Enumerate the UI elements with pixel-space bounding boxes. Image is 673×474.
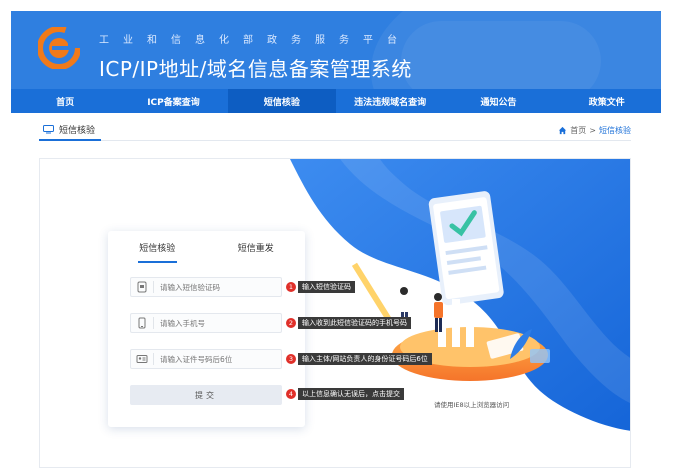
step-number-badge: 4 (286, 389, 296, 399)
callout-step-1: 1 输入短信验证码 (286, 281, 355, 293)
sms-code-input[interactable] (160, 282, 270, 292)
tab-sms-resend[interactable]: 短信重发 (207, 241, 306, 261)
callout-text: 输入收到此短信验证码的手机号码 (298, 317, 411, 329)
page: 工业和信息化部政务服务平台 ICP/IP地址/域名信息备案管理系统 首页 ICP… (0, 0, 673, 474)
sms-code-field (130, 277, 282, 297)
field-divider (153, 281, 154, 293)
header-title: ICP/IP地址/域名信息备案管理系统 (99, 57, 412, 81)
phone-field (130, 313, 282, 333)
site-header: 工业和信息化部政务服务平台 ICP/IP地址/域名信息备案管理系统 (11, 11, 661, 89)
field-divider (153, 353, 154, 365)
callout-step-4: 4 以上信息确认无误后，点击提交 (286, 388, 404, 400)
section-tab: 短信核验 (39, 119, 102, 141)
callout-step-3: 3 输入主体/网站负责人的身份证号码后6位 (286, 353, 432, 365)
sms-verify-card: 短信核验 短信重发 请输入短信验证码 请输入手机号 请输入证件号码后6位 提交 (108, 231, 305, 427)
header-subtitle: 工业和信息化部政务服务平台 (99, 35, 411, 46)
nav-item-sms-verify[interactable]: 短信核验 (227, 89, 336, 113)
form-tabs: 短信核验 短信重发 (108, 241, 306, 263)
header-decoration (401, 21, 601, 89)
site-logo-icon (38, 27, 80, 69)
content-panel: 短信核验 短信重发 请输入短信验证码 请输入手机号 请输入证件号码后6位 提交 … (39, 158, 631, 468)
nav-item-icp-query[interactable]: ICP备案查询 (119, 89, 227, 113)
phone-icon (138, 317, 146, 329)
monitor-icon (43, 124, 54, 133)
field-divider (153, 317, 154, 329)
id-number-field (130, 349, 282, 369)
nav-item-illegal-domain-query[interactable]: 违法违规域名查询 (336, 89, 444, 113)
main-nav: 首页 ICP备案查询 短信核验 违法违规域名查询 通知公告 政策文件 (11, 89, 661, 113)
callout-step-2: 2 输入收到此短信验证码的手机号码 (286, 317, 411, 329)
browser-hint: 请使用IE8以上浏览器访问 (434, 401, 510, 409)
breadcrumb-current: 短信核验 (599, 125, 631, 135)
home-icon (559, 126, 567, 134)
nav-item-notices[interactable]: 通知公告 (444, 89, 552, 113)
callout-text: 以上信息确认无误后，点击提交 (298, 388, 404, 400)
step-number-badge: 3 (286, 354, 296, 364)
tab-sms-verify[interactable]: 短信核验 (108, 241, 207, 263)
section-tab-label: 短信核验 (59, 125, 96, 136)
step-number-badge: 1 (286, 282, 296, 292)
step-number-badge: 2 (286, 318, 296, 328)
phone-input[interactable] (160, 318, 270, 328)
breadcrumb-bar: 短信核验 首页 > 短信核验 (39, 119, 631, 141)
breadcrumb-home-link[interactable]: 首页 (570, 125, 586, 136)
callout-text: 输入主体/网站负责人的身份证号码后6位 (298, 353, 432, 365)
sms-code-icon (137, 281, 147, 293)
nav-item-policy-docs[interactable]: 政策文件 (553, 89, 661, 113)
id-number-input[interactable] (160, 354, 270, 364)
callout-text: 输入短信验证码 (298, 281, 355, 293)
id-card-icon (136, 355, 148, 363)
nav-item-home[interactable]: 首页 (11, 89, 119, 113)
breadcrumb: 首页 > 短信核验 (558, 119, 631, 141)
breadcrumb-separator: > (589, 125, 596, 135)
submit-button[interactable]: 提交 (130, 385, 282, 405)
